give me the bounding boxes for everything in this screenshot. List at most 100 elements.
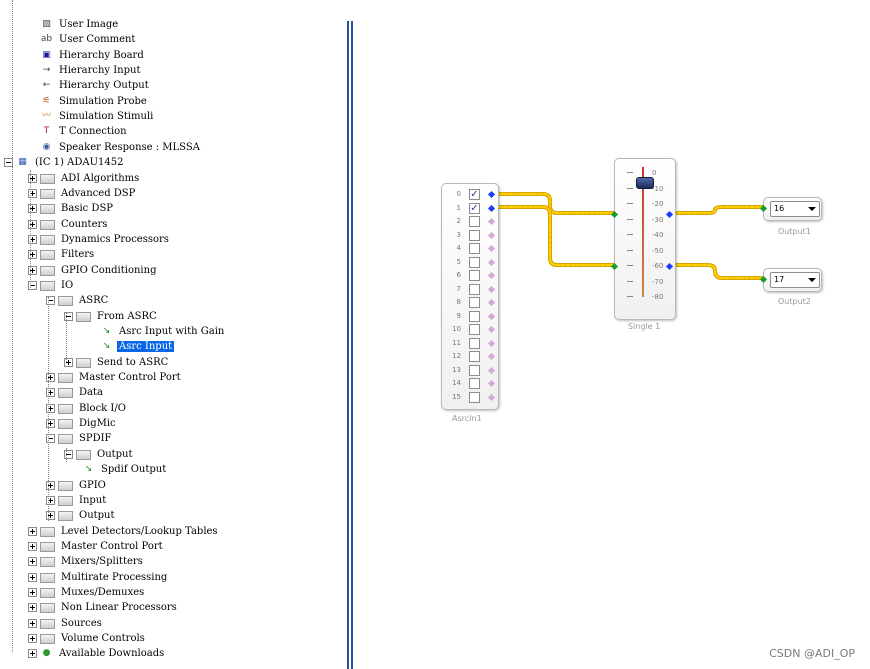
asrc-output-pin[interactable]: [487, 339, 496, 347]
tree-item[interactable]: Muxes/Demuxes: [28, 585, 146, 600]
tree-item[interactable]: Send to ASRC: [64, 355, 170, 370]
output2-block[interactable]: 17: [759, 268, 822, 292]
channel-enable-checkbox[interactable]: [469, 229, 480, 241]
tree-item[interactable]: ⚟ Simulation Probe: [40, 94, 149, 109]
tree-item[interactable]: Output: [46, 508, 117, 523]
tree-item[interactable]: Master Control Port: [46, 370, 183, 385]
asrc-channel-row: 15: [442, 391, 498, 404]
channel-enable-checkbox[interactable]: [469, 351, 480, 362]
asrc-output-pin[interactable]: [487, 352, 496, 361]
tree-item[interactable]: T T Connection: [40, 124, 129, 139]
asrc-output-pin[interactable]: [487, 312, 496, 320]
volume-block[interactable]: 0 -10 -20 -30 -40 -50 -60 -70 -80: [610, 158, 676, 320]
tree-item-label: ADI Algorithms: [61, 173, 140, 184]
tree-item[interactable]: Non Linear Processors: [28, 600, 179, 615]
asrc-output-pin[interactable]: [487, 231, 496, 239]
tree-item[interactable]: → Hierarchy Input: [40, 63, 142, 78]
expand-icon[interactable]: [28, 634, 37, 643]
tree-item[interactable]: ab User Comment: [40, 32, 137, 47]
channel-enable-checkbox[interactable]: [469, 364, 480, 376]
asrc-output-pin[interactable]: [487, 258, 496, 266]
expand-icon[interactable]: [28, 619, 37, 628]
tree-item[interactable]: Input: [46, 493, 108, 508]
channel-enable-checkbox[interactable]: ✓: [469, 202, 480, 214]
asrc-output-pin[interactable]: [487, 204, 496, 212]
tree-item[interactable]: Data: [46, 385, 105, 400]
tree-item[interactable]: Output: [64, 447, 135, 462]
tree-item[interactable]: Master Control Port: [28, 539, 165, 554]
expand-icon[interactable]: [28, 527, 37, 536]
expand-icon[interactable]: [28, 573, 37, 582]
tree-item[interactable]: From ASRC: [64, 309, 159, 324]
tree-item[interactable]: ASRC: [46, 293, 110, 308]
channel-enable-checkbox[interactable]: [469, 283, 480, 295]
expand-icon[interactable]: [28, 557, 37, 566]
asrc-output-pin[interactable]: [487, 285, 496, 293]
channel-enable-checkbox[interactable]: [469, 270, 480, 281]
tree-item[interactable]: ▦ (IC 1) ADAU1452: [4, 155, 125, 170]
folder-icon: [40, 265, 55, 276]
tree-item[interactable]: ◉ Speaker Response : MLSSA: [40, 140, 202, 155]
tree-item[interactable]: IO: [28, 278, 75, 293]
tree-item[interactable]: ↘ Spdif Output: [82, 462, 168, 477]
channel-enable-checkbox[interactable]: [469, 216, 480, 227]
volume-slider-thumb[interactable]: [636, 176, 654, 189]
schematic-canvas[interactable]: 0 ✓ 1 ✓ 2 3 4 5 6 7 8 9 10 11 12 13 14 15 AsrcIn1 0 -10 -20…: [358, 0, 870, 669]
channel-enable-checkbox[interactable]: [469, 378, 480, 389]
tree-item[interactable]: ↘ Asrc Input: [100, 339, 175, 354]
channel-enable-checkbox[interactable]: [469, 297, 480, 308]
tree-item[interactable]: GPIO: [46, 478, 108, 493]
asrc-output-pin[interactable]: [487, 217, 496, 226]
tree-item[interactable]: Mixers/Splitters: [28, 554, 145, 569]
asrc-output-pin[interactable]: [487, 190, 496, 199]
volume-output-pin-1[interactable]: [665, 210, 674, 219]
channel-enable-checkbox[interactable]: [469, 256, 480, 268]
expand-icon[interactable]: [28, 588, 37, 597]
channel-enable-checkbox[interactable]: [469, 310, 480, 322]
asrc-output-pin[interactable]: [487, 366, 496, 374]
asrc-output-pin[interactable]: [487, 379, 496, 388]
output2-channel-select[interactable]: 17: [770, 272, 820, 288]
simulation-probe-icon: ⚟: [42, 96, 51, 106]
tree-item[interactable]: ▨ User Image: [40, 17, 120, 32]
channel-enable-checkbox[interactable]: [469, 391, 480, 403]
tree-item[interactable]: Sources: [28, 616, 104, 631]
volume-tick-mark: [627, 265, 633, 266]
tree-item-label: Spdif Output: [101, 464, 167, 475]
pane-splitter[interactable]: [346, 21, 356, 669]
asrc-output-pin[interactable]: [487, 271, 496, 280]
expand-icon[interactable]: [28, 649, 37, 658]
tree-item[interactable]: Level Detectors/Lookup Tables: [28, 524, 220, 539]
output1-block[interactable]: 16: [759, 197, 822, 221]
asrc-output-pin[interactable]: [487, 244, 496, 253]
volume-output-pin-2[interactable]: [665, 262, 674, 271]
tree-item[interactable]: ↘ Asrc Input with Gain: [100, 324, 226, 339]
tree-item[interactable]: Basic DSP: [28, 201, 115, 216]
tree-item[interactable]: Block I/O: [46, 401, 128, 416]
tree-item[interactable]: Filters: [28, 247, 96, 262]
tree-item[interactable]: 〰 Simulation Stimuli: [40, 109, 155, 124]
channel-enable-checkbox[interactable]: [469, 324, 480, 335]
tree-item[interactable]: ● Available Downloads: [28, 646, 166, 661]
asrc-output-pin[interactable]: [487, 325, 496, 334]
tree-item[interactable]: GPIO Conditioning: [28, 263, 158, 278]
channel-enable-checkbox[interactable]: ✓: [469, 189, 480, 200]
tree-item[interactable]: Advanced DSP: [28, 186, 137, 201]
channel-enable-checkbox[interactable]: [469, 243, 480, 254]
tree-item[interactable]: ▣ Hierarchy Board: [40, 48, 146, 63]
channel-enable-checkbox[interactable]: [469, 337, 480, 349]
tree-item[interactable]: Volume Controls: [28, 631, 147, 646]
tree-item[interactable]: Multirate Processing: [28, 570, 169, 585]
asrc-output-pin[interactable]: [487, 298, 496, 307]
tree-item[interactable]: ADI Algorithms: [28, 171, 141, 186]
output1-channel-select[interactable]: 16: [770, 201, 820, 217]
expand-icon[interactable]: [28, 603, 37, 612]
tree-item[interactable]: DigMic: [46, 416, 118, 431]
asrc-output-pin[interactable]: [487, 393, 496, 401]
asrc-input-block[interactable]: 0 ✓ 1 ✓ 2 3 4 5 6 7 8 9 10 11 12 13 14 15: [441, 183, 499, 410]
tree-item[interactable]: ← Hierarchy Output: [40, 78, 151, 93]
tree-item[interactable]: Counters: [28, 217, 109, 232]
tree-item[interactable]: SPDIF: [46, 431, 114, 446]
expand-icon[interactable]: [28, 542, 37, 551]
tree-item[interactable]: Dynamics Processors: [28, 232, 171, 247]
